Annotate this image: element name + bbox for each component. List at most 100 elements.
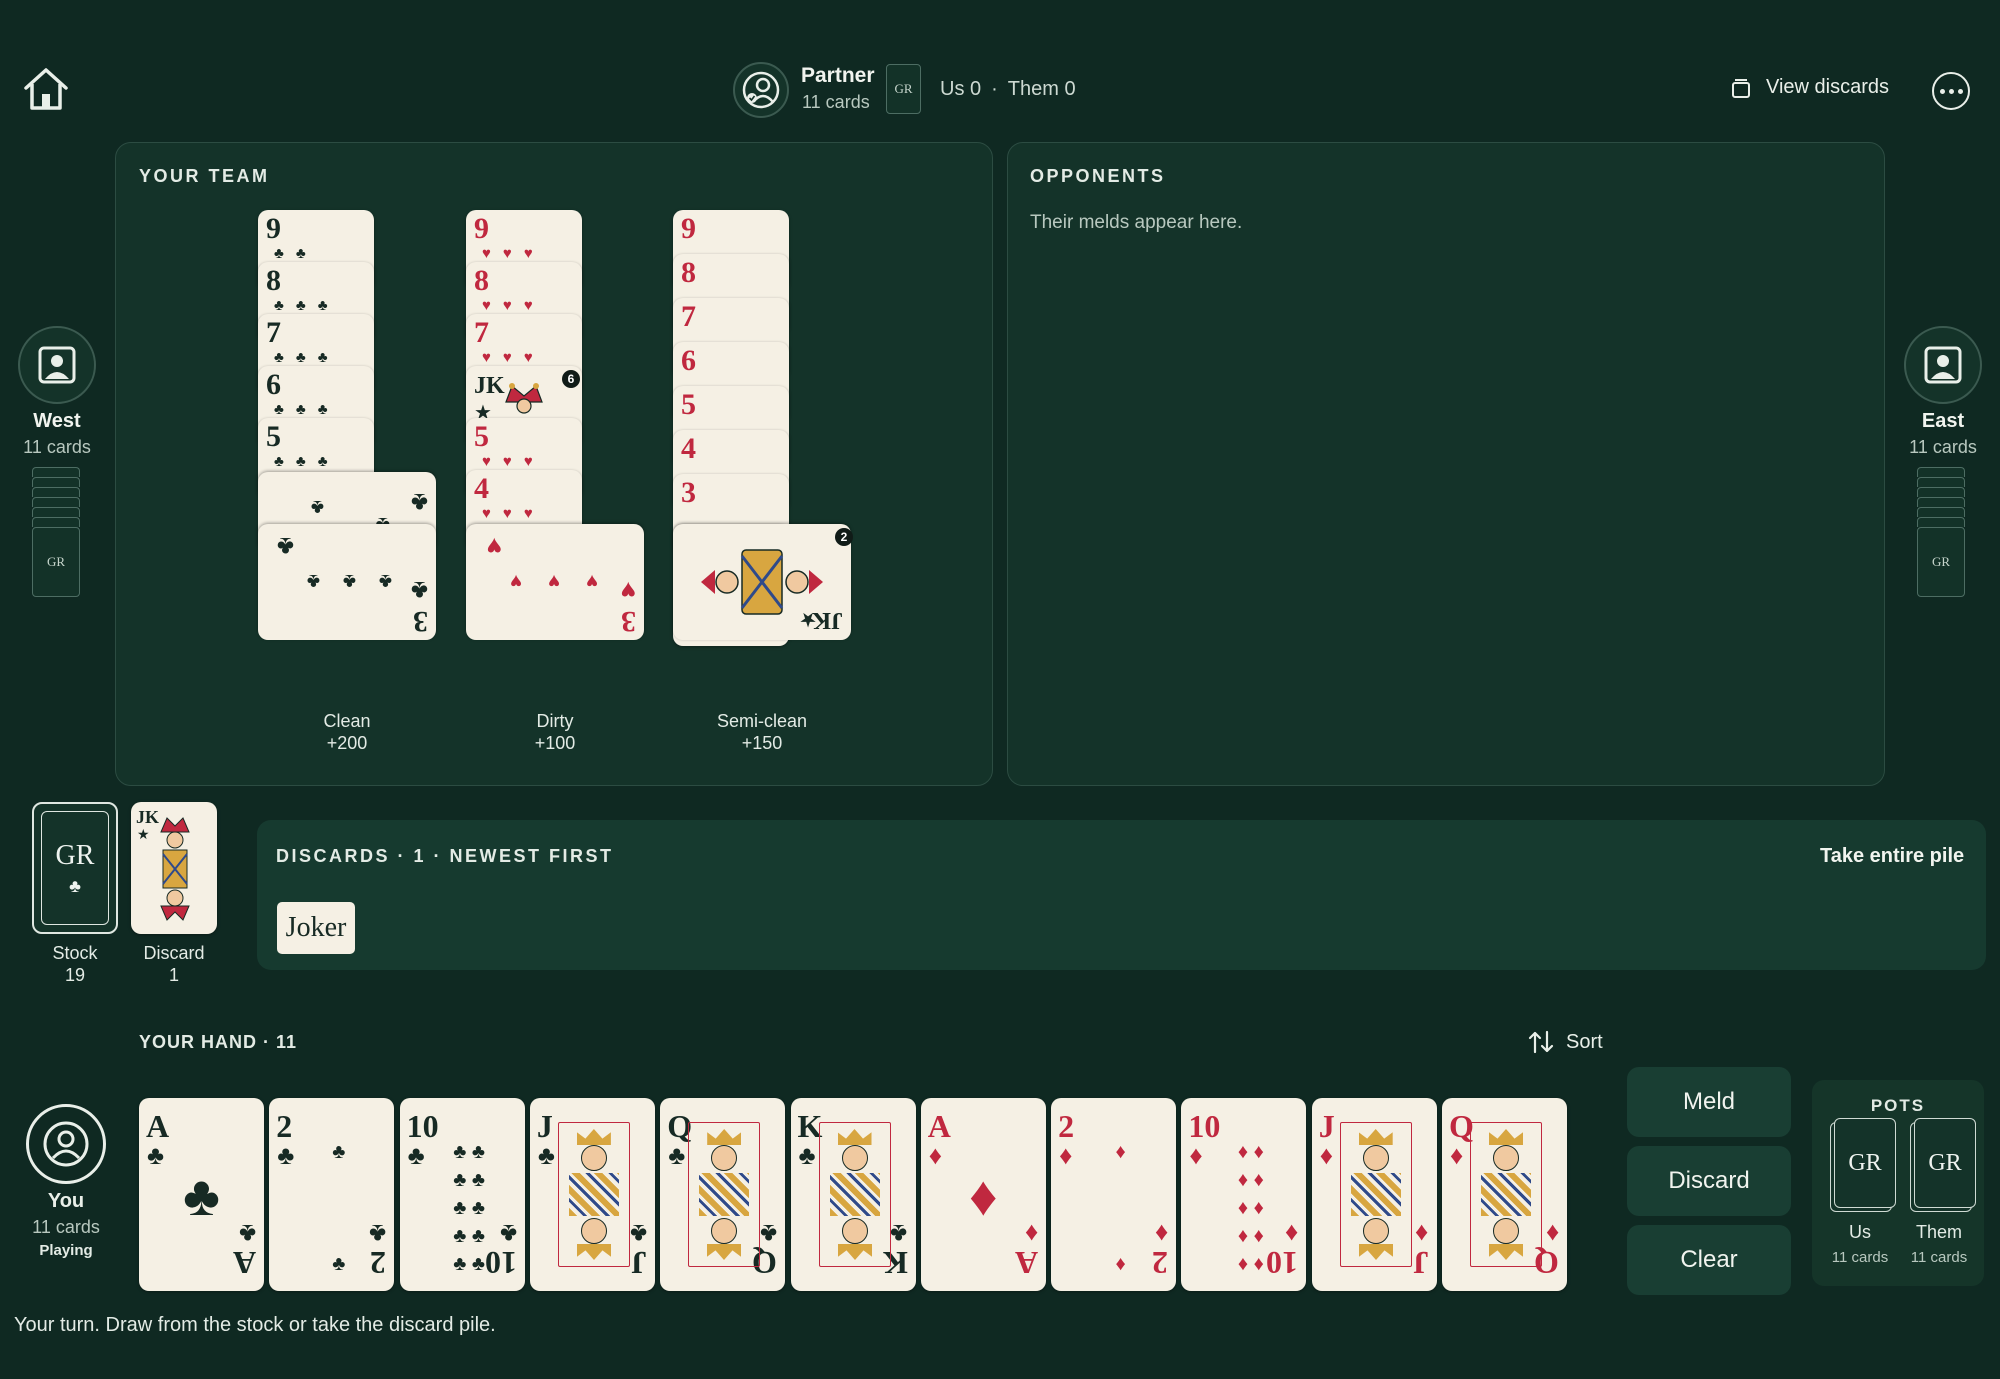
diamond-pip-icon: ♦	[969, 1164, 998, 1227]
player-icon	[1924, 346, 1962, 384]
club-pip-icon: ♣	[342, 570, 356, 592]
pot-us-label: Us	[1849, 1222, 1871, 1242]
meld-card-sideways: 3 ♥ ♥ ♥ ♥ ♥	[466, 524, 644, 640]
take-entire-pile-button[interactable]: Take entire pile	[1820, 845, 1964, 868]
hand-card[interactable]: 10 ♦ 10 ♦ ♦ ♦ ♦ ♦ ♦ ♦ ♦ ♦ ♦ ♦	[1181, 1098, 1307, 1291]
club-icon: ♣	[537, 1140, 555, 1170]
pots-title: POTS	[1870, 1096, 1926, 1115]
discard-history-strip	[257, 820, 1986, 970]
jester-icon	[160, 817, 190, 921]
jester-icon	[505, 383, 543, 414]
hand-card[interactable]: Q ♦ Q ♦	[1442, 1098, 1567, 1291]
card-rank-inverted: A	[1014, 1245, 1038, 1281]
home-button[interactable]	[22, 66, 74, 114]
figure-robe	[568, 1173, 619, 1216]
figure-head	[1362, 1218, 1389, 1244]
stacked-card	[32, 497, 80, 507]
card-rank: 9	[474, 212, 489, 245]
stock-label: Stock 19	[32, 942, 118, 986]
more-menu-button[interactable]	[1932, 72, 1970, 110]
you-status: Playing	[39, 1242, 93, 1259]
meld-points: +150	[741, 733, 783, 753]
hand-title: YOUR HAND · 11	[139, 1032, 298, 1052]
meld-points: +100	[534, 733, 576, 753]
discard-count: 1	[168, 965, 179, 985]
heart-pip-icon: ♥♥♥	[482, 349, 545, 366]
hand-card[interactable]: A ♦ A ♦ ♦	[920, 1098, 1046, 1291]
figure-robe	[1350, 1173, 1401, 1216]
view-discards-button[interactable]: View discards	[1730, 76, 1889, 99]
meld-dirty[interactable]: 9 ♥♥♥ 8 ♥♥♥ 7 ♥♥♥ JK ★ 6 5 ♥♥♥ 4 ♥♥♥ 3 ♥…	[466, 210, 646, 650]
stock-count: 19	[64, 965, 86, 985]
west-card-count: 11 cards	[23, 437, 91, 457]
card-rank: A	[146, 1108, 170, 1144]
more-dot-icon	[1957, 88, 1963, 94]
card-rank: 8	[266, 264, 281, 297]
score-them: Them 0	[1007, 78, 1076, 100]
card-back: GR ♣	[41, 811, 109, 925]
card-rank: 4	[474, 472, 489, 505]
diamond-icon: ♦	[1415, 1219, 1429, 1249]
stacked-card	[1917, 507, 1965, 517]
clear-button[interactable]: Clear	[1627, 1225, 1791, 1295]
hand-card[interactable]: 2 ♣ 2 ♣ ♣ ♣	[269, 1098, 395, 1291]
card-rank: 2	[1058, 1108, 1075, 1144]
diamond-pips: ♦ ♦	[1115, 1141, 1126, 1275]
meld-card-joker-sideways: JK ★	[673, 524, 851, 640]
face-card-art	[1339, 1122, 1412, 1267]
east-card-count: 11 cards	[1909, 437, 1977, 457]
stock-pile[interactable]: GR ♣	[32, 802, 118, 934]
discard-stack-icon	[1732, 78, 1750, 98]
meld-clean[interactable]: 9 ♣♣ 8 ♣♣♣ 7 ♣♣♣ 6 ♣♣♣ 5 ♣♣♣ 4 ♣ ♣ ♣ 3 ♣…	[258, 210, 438, 650]
you-avatar	[26, 1104, 106, 1184]
card-rank-inverted: J	[1412, 1245, 1429, 1281]
hand-card[interactable]: A ♣ A ♣ ♣	[139, 1098, 264, 1291]
card-rank: J	[1318, 1108, 1335, 1144]
figure-head	[1493, 1145, 1519, 1171]
face-card-art	[557, 1122, 630, 1267]
card-rank: 3	[681, 476, 696, 509]
east-avatar	[1904, 326, 1982, 404]
west-card-back: GR	[32, 527, 80, 597]
club-pip-icon: ♣	[378, 570, 392, 592]
crown-icon	[1489, 1129, 1523, 1145]
card-rank-inverted: 10	[1266, 1245, 1299, 1281]
discard-button[interactable]: Discard	[1627, 1146, 1791, 1216]
meld-semi-clean[interactable]: 9 8 7 6 5 4 3 JK ★ 2	[673, 210, 853, 660]
club-icon: ♣	[407, 1140, 425, 1170]
jester-icon	[701, 549, 823, 615]
card-rank-inverted: J	[630, 1245, 647, 1281]
hand-card[interactable]: Q ♣ Q ♣	[660, 1098, 786, 1291]
hand-card[interactable]: K ♣ K ♣	[790, 1098, 916, 1291]
hand-card[interactable]: 2 ♦ 2 ♦ ♦ ♦	[1051, 1098, 1177, 1291]
score-separator: ·	[991, 78, 998, 100]
club-pip-icon: ♣	[410, 488, 428, 518]
club-icon: ♣	[668, 1140, 686, 1170]
sort-button[interactable]: Sort	[1528, 1030, 1603, 1054]
crown-icon	[1358, 1129, 1393, 1145]
west-name: West	[33, 410, 81, 432]
card-rank: 8	[681, 256, 696, 289]
club-icon: ♣	[277, 1140, 295, 1170]
hand-card[interactable]: 10 ♣ 10 ♣ ♣ ♣ ♣ ♣ ♣ ♣ ♣ ♣ ♣ ♣	[399, 1098, 525, 1291]
discard-pile-top[interactable]: JK ★	[131, 802, 217, 934]
hand-card[interactable]: J ♦ J ♦	[1311, 1098, 1437, 1291]
meld-button[interactable]: Meld	[1627, 1067, 1791, 1137]
club-pips: ♣ ♣ ♣ ♣ ♣ ♣ ♣ ♣ ♣ ♣	[453, 1141, 485, 1275]
club-pip-icon: ♣♣♣	[274, 297, 340, 314]
crown-icon	[1489, 1244, 1523, 1260]
meld-semi-clean-label: Semi-clean +150	[682, 710, 842, 754]
club-icon: ♣	[69, 875, 81, 896]
discard-chip[interactable]: Joker	[277, 902, 355, 954]
figure-robe	[699, 1173, 750, 1216]
stacked-card	[32, 467, 80, 477]
crown-icon	[838, 1244, 872, 1260]
stacked-card	[32, 487, 80, 497]
card-rank: J	[536, 1108, 553, 1144]
card-rank: 5	[681, 388, 696, 421]
crown-icon	[837, 1129, 872, 1145]
club-pip-icon: ♣♣	[274, 245, 318, 262]
stock-title: Stock	[52, 943, 98, 963]
figure-head	[1362, 1145, 1389, 1171]
hand-card[interactable]: J ♣ J ♣	[529, 1098, 655, 1291]
